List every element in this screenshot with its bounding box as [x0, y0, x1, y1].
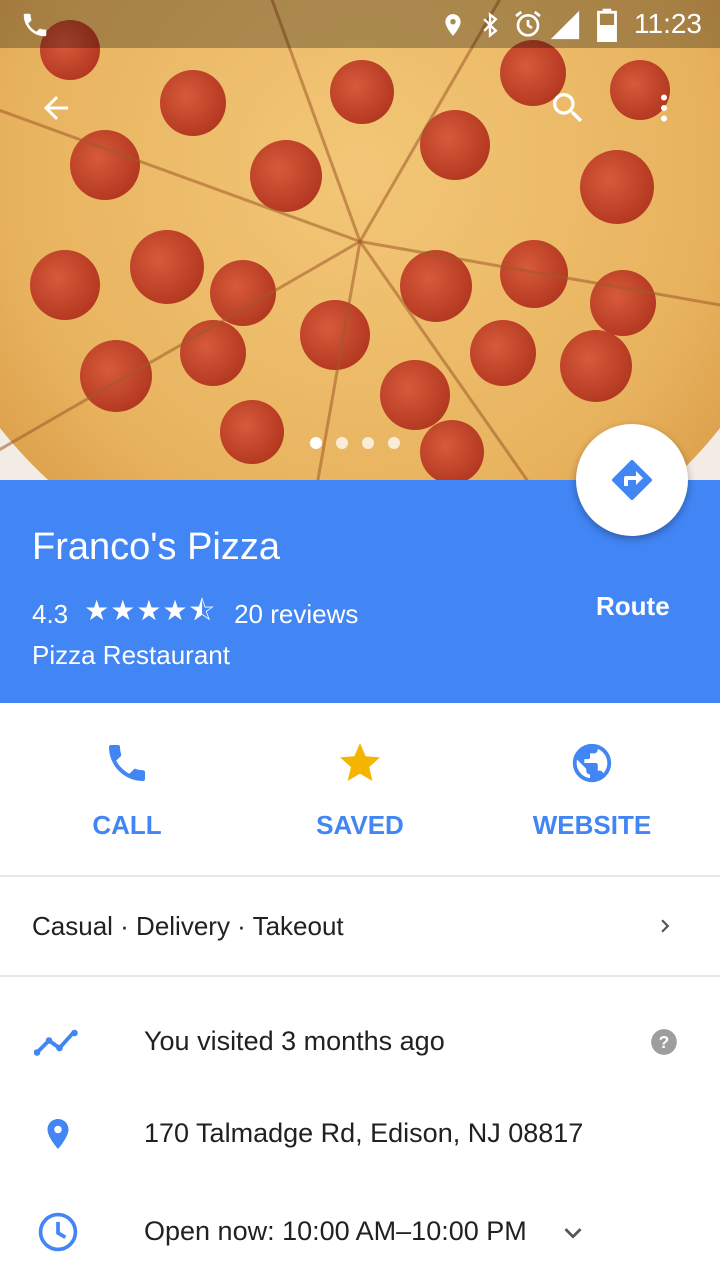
more-vert-icon [661, 94, 667, 122]
battery-status-icon [597, 8, 617, 42]
status-bar: 11:23 [0, 0, 720, 48]
call-button[interactable]: CALL [12, 733, 242, 841]
photo-dot [310, 437, 322, 449]
search-button[interactable] [540, 80, 596, 136]
photo-page-indicator [310, 437, 400, 449]
rating-row[interactable]: 4.3 ★★★★⯪ 20 reviews [32, 590, 358, 638]
website-button[interactable]: WEBSITE [477, 733, 707, 841]
back-button[interactable] [28, 80, 84, 136]
timeline-icon [34, 1029, 78, 1056]
globe-icon [572, 743, 612, 783]
back-arrow-icon [44, 96, 68, 120]
saved-button[interactable]: SAVED [245, 733, 475, 841]
directions-icon [612, 460, 652, 500]
photo-dot [362, 437, 374, 449]
clock-icon [38, 1212, 78, 1252]
address-row[interactable]: 170 Talmadge Rd, Edison, NJ 08817 [0, 1094, 720, 1174]
visit-history-row[interactable]: You visited 3 months ago ? [0, 1002, 720, 1082]
features-text: Casual · Delivery · Takeout [32, 911, 344, 941]
saved-label: SAVED [316, 810, 404, 840]
phone-call-status-icon [23, 13, 47, 37]
reviews-count: 20 reviews [234, 598, 359, 629]
place-name: Franco's Pizza [32, 526, 281, 568]
status-time: 11:23 [634, 8, 702, 39]
photo-dot [336, 437, 348, 449]
help-icon[interactable]: ? [650, 1028, 678, 1056]
search-icon [553, 93, 583, 123]
website-label: WEBSITE [532, 810, 652, 840]
more-options-button[interactable] [636, 80, 692, 136]
route-label[interactable]: Route [596, 591, 670, 622]
place-photo[interactable]: 11:23 [0, 0, 720, 480]
visit-history-text: You visited 3 months ago [144, 1026, 445, 1056]
rating-stars: ★★★★⯪ [84, 595, 217, 626]
rating-value: 4.3 [32, 598, 69, 629]
hours-text: Open now: 10:00 AM–10:00 PM [144, 1216, 527, 1246]
phone-icon [109, 745, 145, 781]
bluetooth-status-icon [483, 12, 498, 38]
features-row[interactable]: Casual · Delivery · Takeout [0, 877, 720, 977]
star-icon [340, 743, 380, 781]
signal-status-icon [550, 10, 580, 40]
address-text: 170 Talmadge Rd, Edison, NJ 08817 [144, 1118, 584, 1148]
place-category: Pizza Restaurant [32, 640, 230, 670]
chevron-right-icon [661, 919, 670, 933]
location-pin-icon [47, 1119, 69, 1149]
hours-row[interactable]: Open now: 10:00 AM–10:00 PM [0, 1192, 720, 1272]
svg-text:?: ? [659, 1032, 670, 1052]
location-status-icon [445, 14, 461, 36]
action-bar: CALL SAVED WEBSITE [0, 703, 720, 877]
directions-fab[interactable] [576, 424, 688, 536]
chevron-down-icon[interactable] [556, 1216, 590, 1250]
alarm-status-icon [515, 10, 541, 37]
photo-dot [388, 437, 400, 449]
call-label: CALL [92, 810, 162, 840]
